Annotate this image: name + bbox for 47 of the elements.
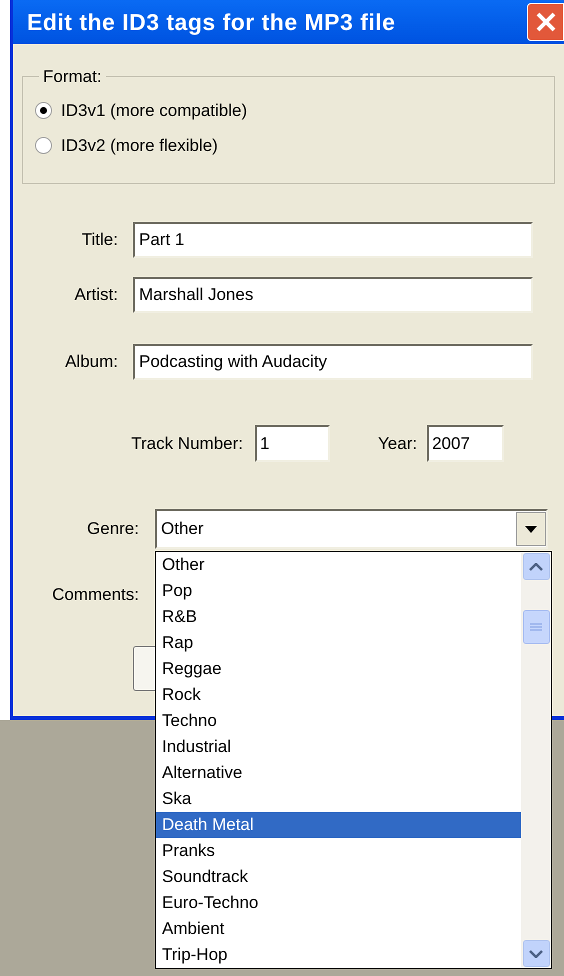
field-label: Title: — [80, 229, 118, 252]
list-item[interactable]: Death Metal — [156, 812, 521, 838]
list-item[interactable]: Euro-Techno — [156, 890, 521, 916]
grip-icon — [530, 622, 542, 632]
field-label: Comments: — [51, 584, 139, 606]
list-item[interactable]: Reggae — [156, 656, 521, 682]
dialog-button[interactable] — [133, 646, 155, 690]
radio-button[interactable] — [35, 137, 52, 154]
list-item[interactable]: Pranks — [156, 838, 521, 864]
group-label: Format: — [42, 66, 103, 88]
field-label: Track Number: — [130, 432, 243, 455]
list-item[interactable]: Ska — [156, 786, 521, 812]
list-item[interactable]: Ambient — [156, 916, 521, 942]
radio-label: ID3v2 (more flexible) — [61, 135, 218, 157]
list-item[interactable]: Techno — [156, 708, 521, 734]
scroll-up-button[interactable] — [522, 553, 550, 580]
list-item[interactable]: Rock — [156, 682, 521, 708]
title-field[interactable]: Part 1 — [133, 222, 533, 258]
list-item[interactable]: Pop — [156, 578, 521, 604]
list-item[interactable]: Soundtrack — [156, 864, 521, 890]
caret-icon — [525, 526, 537, 532]
field-label: Artist: — [74, 284, 118, 306]
chevron-up-icon — [529, 562, 543, 570]
dropdown-arrow-button[interactable] — [516, 512, 546, 546]
field-label: Year: — [378, 432, 418, 455]
list-item[interactable]: Other — [156, 552, 521, 578]
field-label: Genre: — [86, 518, 139, 540]
radio-label: ID3v1 (more compatible) — [61, 100, 248, 122]
scroll-thumb[interactable] — [522, 610, 550, 644]
artist-field[interactable]: Marshall Jones — [133, 277, 533, 313]
list-item[interactable]: R&B — [156, 604, 521, 630]
field-label: Album: — [64, 351, 118, 374]
close-button[interactable] — [527, 3, 564, 41]
list-item[interactable]: Trip-Hop — [156, 942, 521, 968]
radio-button[interactable] — [35, 102, 52, 119]
list-item[interactable]: Alternative — [156, 760, 521, 786]
album-field[interactable]: Podcasting with Audacity — [133, 344, 533, 380]
chevron-down-icon — [529, 950, 543, 958]
track-number-field[interactable]: 1 — [255, 425, 330, 462]
scrollbar[interactable] — [521, 552, 551, 968]
scroll-down-button[interactable] — [522, 940, 550, 967]
list-item[interactable]: Rap — [156, 630, 521, 656]
list-item[interactable]: Industrial — [156, 734, 521, 760]
close-icon — [534, 11, 556, 33]
year-field[interactable]: 2007 — [427, 425, 504, 462]
window-title: Edit the ID3 tags for the MP3 file — [26, 8, 396, 37]
genre-dropdown[interactable]: Other — [155, 509, 548, 549]
